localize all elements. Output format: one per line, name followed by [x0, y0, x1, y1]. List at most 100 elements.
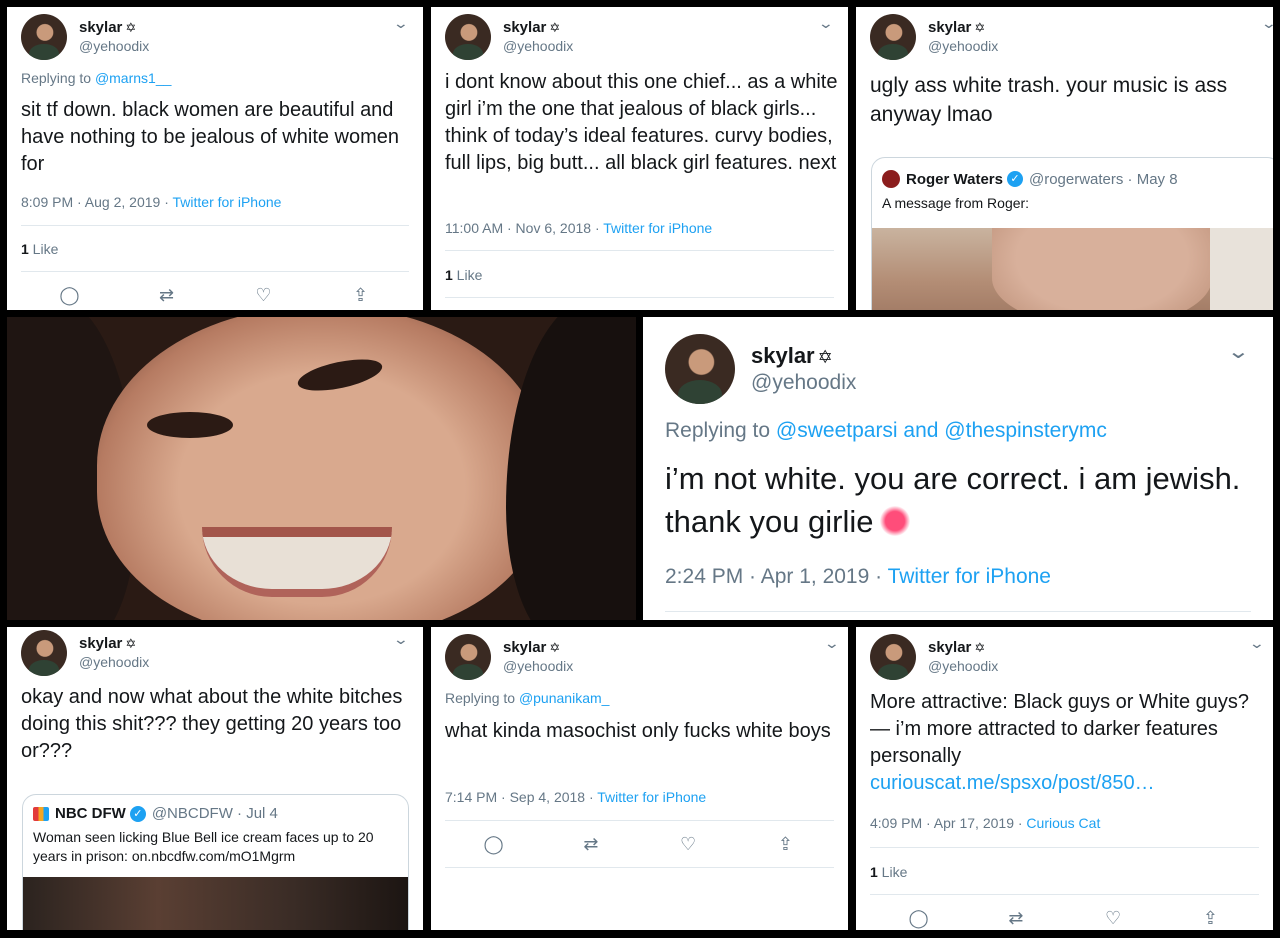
quoted-tweet-header: NBC DFW ✓ @NBCDFW · Jul 4: [23, 795, 408, 822]
reply-to-link[interactable]: @marns1__: [95, 70, 171, 86]
avatar[interactable]: [870, 634, 916, 680]
divider: [445, 867, 834, 868]
divider: [445, 297, 834, 298]
star-of-david-icon: ✡: [817, 347, 833, 368]
user-handle[interactable]: @yehoodix: [751, 370, 856, 396]
quoted-media-image[interactable]: [872, 228, 1273, 310]
quoted-avatar: [882, 170, 900, 188]
divider: [445, 820, 834, 821]
star-of-david-icon: ✡: [125, 19, 137, 35]
quoted-author-handle: @rogerwaters · May 8: [1028, 170, 1178, 188]
divider: [870, 847, 1259, 848]
chevron-down-icon[interactable]: ⌄: [393, 631, 409, 648]
avatar[interactable]: [870, 14, 916, 60]
display-name[interactable]: skylar: [928, 19, 971, 36]
display-name[interactable]: skylar: [79, 19, 122, 36]
tweet-text: More attractive: Black guys or White guy…: [870, 691, 1250, 794]
chevron-down-icon[interactable]: ⌄: [1249, 635, 1265, 652]
tweet-panel-6: skylar ✡ @yehoodix ⌄ okay and now what ab…: [7, 627, 423, 930]
quoted-tweet[interactable]: Roger Waters ✓ @rogerwaters · May 8 A me…: [871, 157, 1273, 310]
replying-to: Replying to @sweetparsi and @thespinster…: [665, 419, 1107, 442]
tweet-timestamp[interactable]: 7:14 PM · Sep 4, 2018 ·: [445, 789, 597, 805]
selfie-photo: [7, 317, 636, 620]
reply-icon[interactable]: ◯: [58, 285, 82, 306]
display-name[interactable]: skylar: [503, 639, 546, 656]
tweet-header: skylar ✡ @yehoodix: [21, 630, 149, 676]
chevron-down-icon[interactable]: ⌄: [818, 15, 834, 32]
display-name[interactable]: skylar: [928, 639, 971, 656]
display-name[interactable]: skylar: [751, 343, 815, 368]
tweet-timestamp[interactable]: 8:09 PM · Aug 2, 2019 ·: [21, 194, 173, 210]
tweet-actions: ◯ ⇄ ♡ ⇪: [445, 834, 834, 855]
user-handle[interactable]: @yehoodix: [928, 658, 998, 676]
like-icon[interactable]: ♡: [1101, 908, 1125, 929]
divider: [21, 271, 409, 272]
retweet-icon[interactable]: ⇄: [579, 834, 603, 855]
display-name[interactable]: skylar: [79, 635, 122, 652]
reply-icon[interactable]: ◯: [482, 834, 506, 855]
tweet-timestamp[interactable]: 11:00 AM · Nov 6, 2018 ·: [445, 220, 603, 236]
tweet-source[interactable]: Curious Cat: [1026, 815, 1100, 831]
retweet-icon[interactable]: ⇄: [155, 285, 179, 306]
tweet-text: ugly ass white trash. your music is ass …: [870, 74, 1228, 126]
share-icon[interactable]: ⇪: [349, 285, 373, 306]
share-icon[interactable]: ⇪: [1198, 908, 1222, 929]
quoted-tweet[interactable]: NBC DFW ✓ @NBCDFW · Jul 4 Woman seen lic…: [22, 794, 409, 930]
tweet-source[interactable]: Twitter for iPhone: [173, 194, 282, 210]
quoted-media-image[interactable]: [23, 877, 408, 930]
quoted-tweet-text: Woman seen licking Blue Bell ice cream f…: [33, 829, 374, 864]
verified-badge-icon: ✓: [1006, 171, 1023, 187]
retweet-icon[interactable]: ⇄: [1004, 908, 1028, 929]
tweet-panel-3: skylar✡ @yehoodix ⌄ ugly ass white trash…: [856, 7, 1273, 310]
quoted-tweet-text: A message from Roger:: [882, 195, 1030, 211]
tweet-timestamp[interactable]: 2:24 PM · Apr 1, 2019 ·: [665, 565, 888, 588]
divider: [21, 225, 409, 226]
quoted-author-handle: @NBCDFW · Jul 4: [151, 805, 278, 822]
like-count[interactable]: 1 Like: [21, 241, 58, 257]
tweet-source[interactable]: Twitter for iPhone: [597, 789, 706, 805]
user-handle[interactable]: @yehoodix: [79, 654, 149, 672]
tweet-meta: 4:09 PM · Apr 17, 2019 · Curious Cat: [870, 815, 1100, 831]
quoted-author-name: NBC DFW: [55, 805, 126, 822]
tweet-link[interactable]: curiouscat.me/spsxo/post/850…: [870, 772, 1155, 794]
like-count[interactable]: 1 Like: [870, 864, 907, 880]
chevron-down-icon[interactable]: ⌄: [393, 15, 409, 32]
heart-emoji-icon: [879, 506, 910, 536]
avatar[interactable]: [21, 14, 67, 60]
tweet-text: i dont know about this one chief... as a…: [445, 71, 838, 174]
tweet-panel-8: skylar ✡ @yehoodix ⌄ More attractive: Bla…: [856, 627, 1273, 930]
tweet-text: okay and now what about the white bitche…: [21, 686, 403, 762]
reply-icon[interactable]: ◯: [907, 908, 931, 929]
tweet-source[interactable]: Twitter for iPhone: [888, 565, 1051, 588]
display-name[interactable]: skylar: [503, 19, 546, 36]
star-of-david-icon: ✡: [549, 639, 561, 655]
user-handle[interactable]: @yehoodix: [503, 658, 573, 676]
like-icon[interactable]: ♡: [252, 285, 276, 306]
chevron-down-icon[interactable]: ⌄: [1261, 15, 1273, 32]
star-of-david-icon: ✡: [125, 635, 137, 651]
divider: [870, 894, 1259, 895]
avatar[interactable]: [21, 630, 67, 676]
quoted-tweet-header: Roger Waters ✓ @rogerwaters · May 8: [872, 158, 1273, 188]
tweet-panel-2: skylar ✡ @yehoodix ⌄ i dont know about th…: [431, 7, 848, 310]
tweet-meta: 11:00 AM · Nov 6, 2018 · Twitter for iPh…: [445, 220, 712, 236]
tweet-meta: 8:09 PM · Aug 2, 2019 · Twitter for iPho…: [21, 194, 281, 210]
chevron-down-icon[interactable]: ⌄: [824, 635, 840, 652]
avatar[interactable]: [445, 634, 491, 680]
share-icon[interactable]: ⇪: [773, 834, 797, 855]
user-handle[interactable]: @yehoodix: [928, 38, 998, 56]
reply-to-link[interactable]: @sweetparsi and @thespinsterymc: [776, 419, 1107, 442]
tweet-meta: 7:14 PM · Sep 4, 2018 · Twitter for iPho…: [445, 789, 706, 805]
tweet-source[interactable]: Twitter for iPhone: [603, 220, 712, 236]
avatar[interactable]: [445, 14, 491, 60]
tweet-text: sit tf down. black women are beautiful a…: [21, 99, 400, 175]
tweet-timestamp[interactable]: 4:09 PM · Apr 17, 2019 ·: [870, 815, 1026, 831]
chevron-down-icon[interactable]: ⌄: [1227, 339, 1250, 364]
avatar[interactable]: [665, 334, 735, 404]
reply-to-link[interactable]: @punanikam_: [519, 690, 610, 706]
user-handle[interactable]: @yehoodix: [79, 38, 149, 56]
like-count[interactable]: 1 Like: [445, 267, 482, 283]
user-handle[interactable]: @yehoodix: [503, 38, 573, 56]
tweet-header: skylar ✡ @yehoodix: [870, 634, 998, 680]
like-icon[interactable]: ♡: [676, 834, 700, 855]
